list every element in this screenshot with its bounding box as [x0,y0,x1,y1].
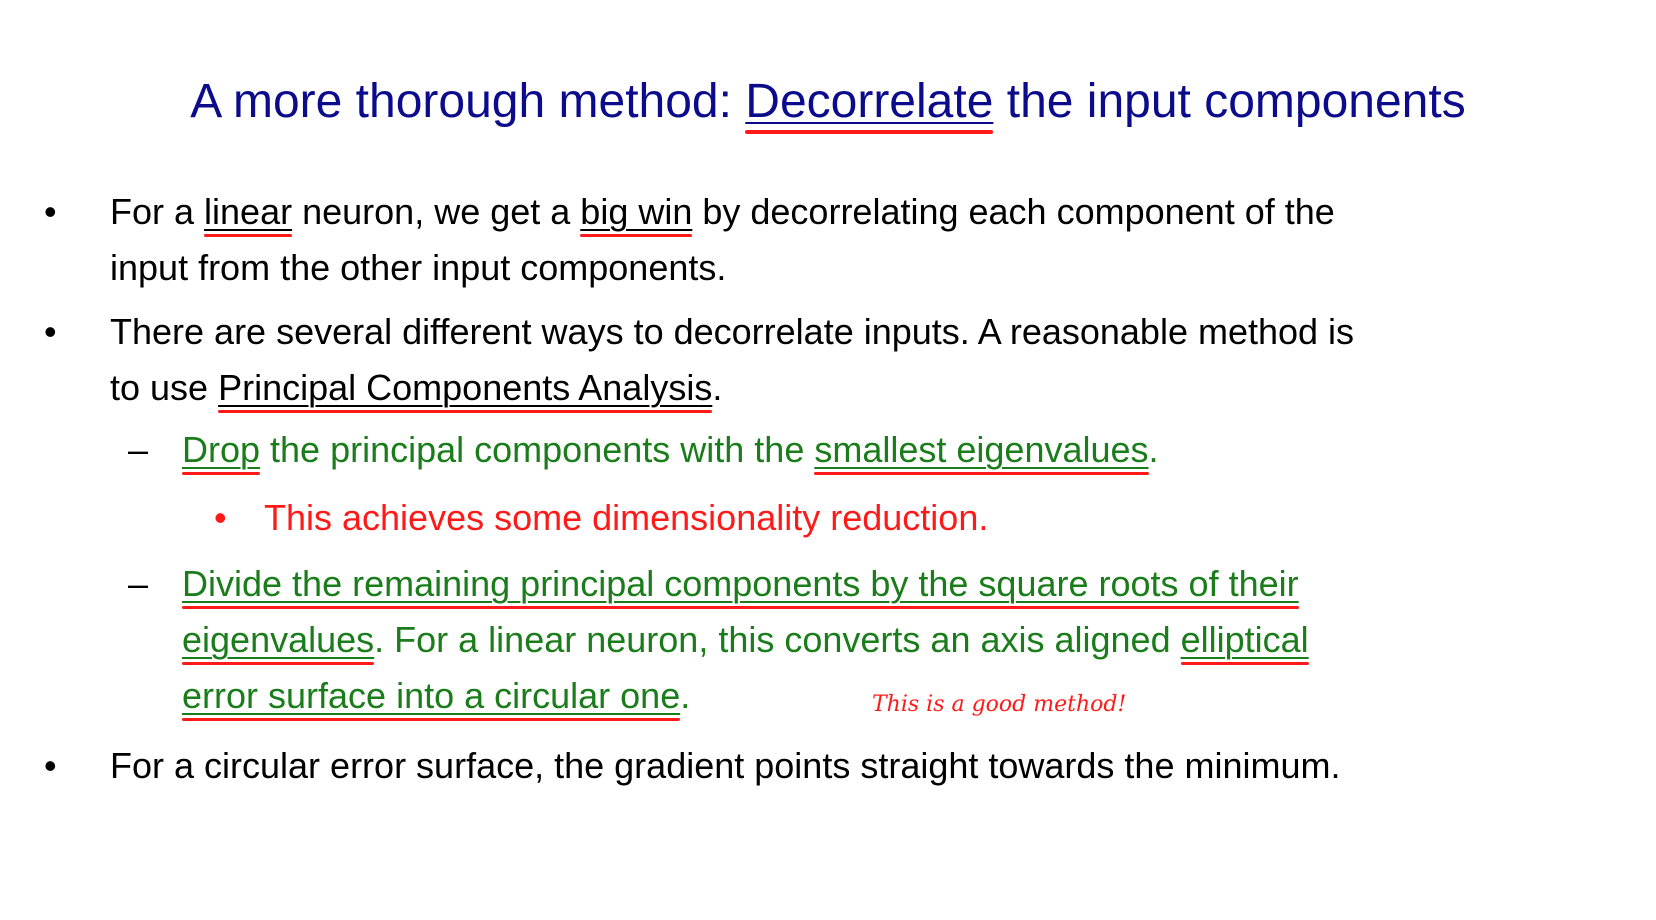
text-run: . [680,675,691,716]
sub-bullet-1: Drop the principal components with the s… [182,428,1159,475]
text-run: . For a linear neuron, this converts an … [374,619,1181,660]
bullet-marker: • [214,497,227,538]
underlined-drop: Drop [182,429,261,475]
underlined-pca: Principal Components Analysis [218,367,713,413]
underlined-linear: linear [204,191,293,237]
underlined-elliptical: elliptical [1180,619,1309,665]
text-run: by decorrelating each component of the [692,191,1335,232]
sub-bullet-2-line-3: error surface into a circular one. [182,674,691,721]
text-run: the principal components with the [260,429,815,470]
bullet-3-line-1: For a circular error surface, the gradie… [110,745,1341,786]
underlined-error-surface-phrase: error surface into a circular one [182,675,681,721]
title-prefix: A more thorough method: [190,75,746,128]
bullet-marker: • [44,311,57,352]
text-run: to use [110,367,219,408]
bullet-marker: • [44,191,57,232]
text-run: . [1148,429,1159,470]
text-run: neuron, we get a [292,191,581,232]
slide-title: A more thorough method: Decorrelate the … [0,72,1656,134]
sub-bullet-2-line-1: Divide the remaining principal component… [182,562,1299,609]
underlined-big-win: big win [580,191,693,237]
sub-sub-bullet-1: This achieves some dimensionality reduct… [264,497,989,538]
title-underlined-word: Decorrelate [745,72,994,134]
underlined-divide-phrase: Divide the remaining principal component… [182,563,1299,609]
handwritten-annotation: This is a good method! [872,692,1127,717]
title-suffix: the input components [993,75,1466,128]
dash-marker: – [128,429,149,470]
bullet-1-line-2: input from the other input components. [110,247,727,288]
text-run: For a [110,191,205,232]
sub-bullet-2-line-2: eigenvalues. For a linear neuron, this c… [182,618,1309,665]
text-run: . [712,367,723,408]
slide: A more thorough method: Decorrelate the … [0,0,1656,920]
dash-marker: – [128,563,149,604]
bullet-marker: • [44,745,57,786]
bullet-2-line-1: There are several different ways to deco… [110,311,1355,352]
bullet-2-line-2: to use Principal Components Analysis. [110,366,723,413]
underlined-smallest-eigenvalues: smallest eigenvalues [814,429,1149,475]
underlined-eigenvalues: eigenvalues [182,619,375,665]
bullet-1-line-1: For a linear neuron, we get a big win by… [110,190,1335,237]
